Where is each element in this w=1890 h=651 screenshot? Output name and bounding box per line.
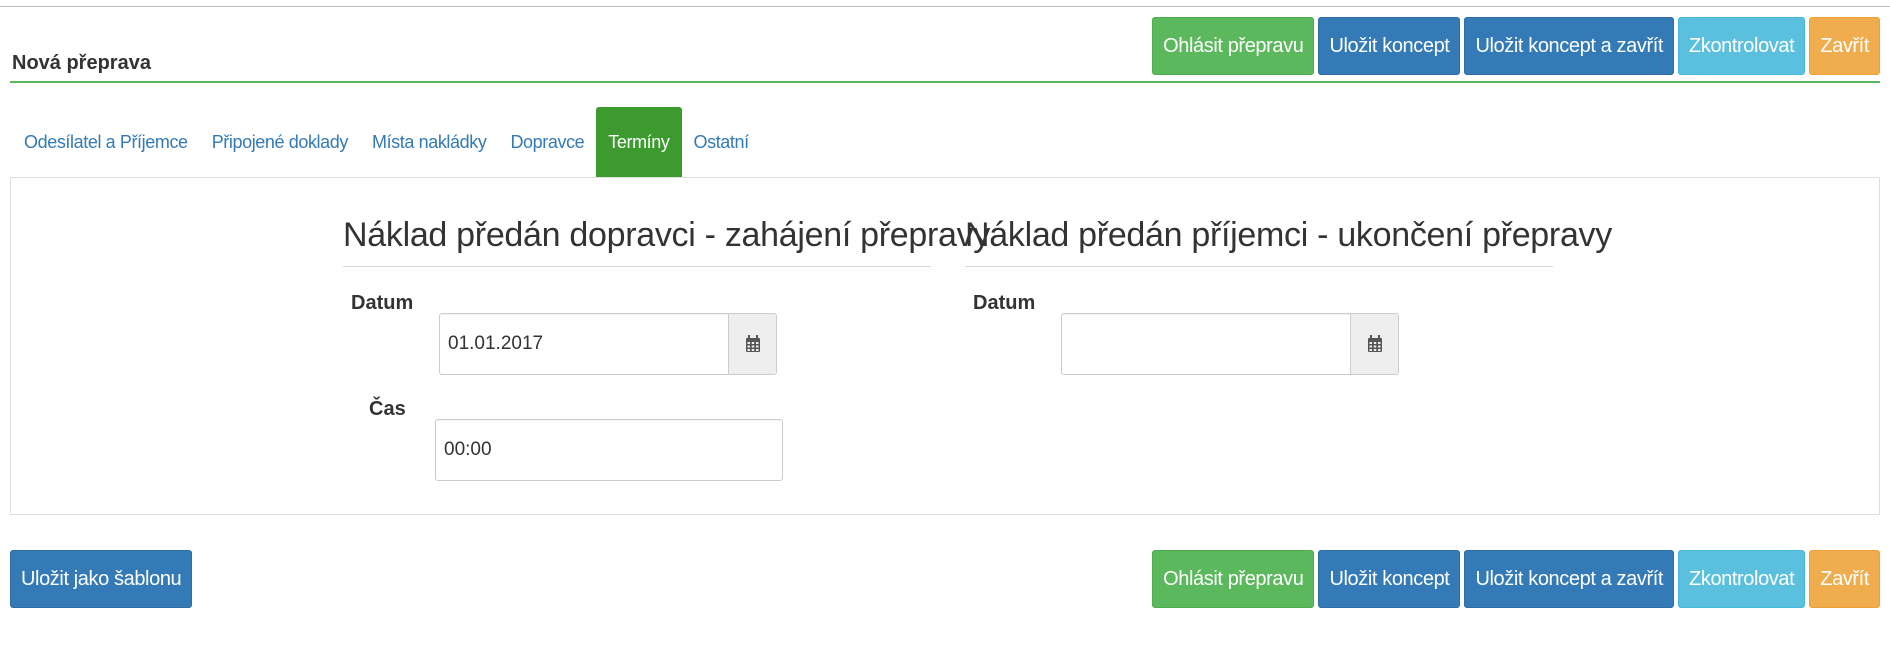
tab-attached-documents[interactable]: Připojené doklady: [200, 107, 360, 177]
save-draft-button[interactable]: Uložit koncept: [1318, 17, 1461, 75]
tab-sender-recipient[interactable]: Odesílatel a Příjemce: [12, 107, 200, 177]
end-section-divider: [965, 266, 1553, 267]
start-date-label: Datum: [351, 292, 414, 314]
close-button[interactable]: Zavřít: [1809, 550, 1880, 608]
start-date-field[interactable]: 01.01.2017: [439, 313, 777, 375]
check-button[interactable]: Zkontrolovat: [1678, 17, 1806, 75]
check-button[interactable]: Zkontrolovat: [1678, 550, 1806, 608]
title-divider: [10, 81, 1880, 83]
start-date-value: 01.01.2017: [448, 333, 544, 354]
save-draft-and-close-button[interactable]: Uložit koncept a zavřít: [1464, 17, 1675, 75]
end-date-field[interactable]: [1061, 313, 1399, 375]
dates-panel: Náklad předán dopravci - zahájení přepra…: [10, 177, 1880, 515]
save-draft-and-close-button[interactable]: Uložit koncept a zavřít: [1464, 550, 1675, 608]
end-date-picker-button[interactable]: [1350, 314, 1398, 374]
end-date-label: Datum: [973, 292, 1036, 314]
page-title: Nová přeprava: [12, 52, 151, 74]
close-button[interactable]: Zavřít: [1809, 17, 1880, 75]
start-time-field[interactable]: 00:00: [435, 419, 783, 481]
report-transport-button[interactable]: Ohlásit přepravu: [1152, 17, 1315, 75]
start-date-picker-button[interactable]: [728, 314, 776, 374]
start-time-label: Čas: [369, 398, 406, 420]
save-as-template-button[interactable]: Uložit jako šablonu: [10, 550, 193, 608]
header-actions: Ohlásit přepravu Uložit koncept Uložit k…: [1152, 17, 1880, 75]
calendar-icon: [1367, 335, 1382, 352]
start-section-title: Náklad předán dopravci - zahájení přepra…: [343, 216, 990, 254]
start-time-value: 00:00: [444, 439, 492, 460]
end-section-title: Náklad předán příjemci - ukončení přepra…: [965, 216, 1612, 254]
start-section-divider: [343, 266, 931, 267]
report-transport-button[interactable]: Ohlásit přepravu: [1152, 550, 1315, 608]
tab-carrier[interactable]: Dopravce: [498, 107, 596, 177]
tab-other[interactable]: Ostatní: [682, 107, 761, 177]
tab-loading-places[interactable]: Místa nakládky: [360, 107, 498, 177]
calendar-icon: [745, 335, 760, 352]
page: Nová přeprava Ohlásit přepravu Uložit ko…: [0, 0, 1890, 651]
tab-dates[interactable]: Termíny: [596, 107, 682, 177]
top-border: [0, 6, 1890, 7]
save-draft-button[interactable]: Uložit koncept: [1318, 550, 1461, 608]
footer-actions: Ohlásit přepravu Uložit koncept Uložit k…: [1152, 550, 1880, 608]
tab-bar: Odesílatel a Příjemce Připojené doklady …: [12, 107, 761, 177]
